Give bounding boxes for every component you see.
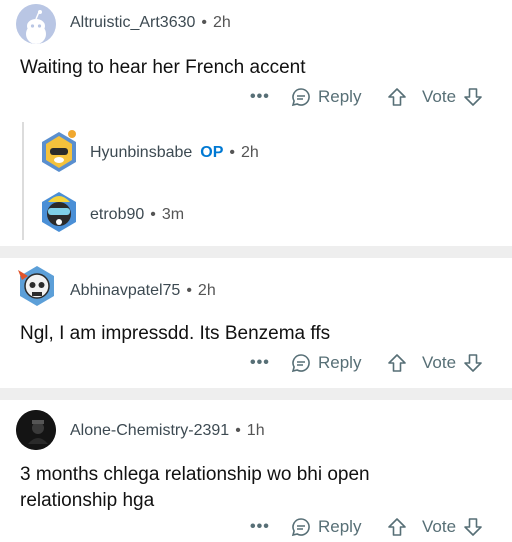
comment-body: Waiting to hear her French accent [20,57,306,78]
vote-control: Vote [386,352,484,374]
vote-label: Vote [422,87,457,106]
upvote-arrow-icon[interactable] [386,352,408,374]
comment-meta: Abhinavpatel75 • 2h [70,282,216,299]
username[interactable]: Abhinavpatel75 [70,282,180,299]
vote-control: Vote [386,86,484,108]
comment-body: Ngl, I am impressdd. Its Benzema ffs [20,323,331,344]
vote-control: Vote [386,516,484,538]
downvote-arrow-icon[interactable] [462,352,484,374]
more-options-button[interactable]: ••• [250,88,270,106]
more-options-button[interactable]: ••• [250,354,270,372]
timestamp: 3m [161,206,185,223]
op-badge: OP [200,144,224,161]
username[interactable]: Altruistic_Art3630 [70,14,195,31]
reply-meta: etrob90 • 3m [90,206,185,223]
comment-bubble-icon [291,88,310,107]
timestamp: 2h [213,14,231,31]
abhinavpatel75-avatar-icon [18,266,54,306]
thread-line[interactable] [22,122,24,240]
comment-meta: Alone-Chemistry-2391 • 1h [70,422,265,439]
downvote-arrow-icon[interactable] [462,86,484,108]
avatar[interactable] [14,262,60,310]
avatar[interactable] [16,4,56,44]
comment-divider [0,388,512,400]
reddit-default-avatar-icon [16,4,56,44]
comment-body: 3 months chlega relationship wo bhi open… [20,464,370,511]
vote-label: Vote [422,517,457,536]
reply-button[interactable]: Reply [290,352,361,374]
downvote-arrow-icon[interactable] [462,516,484,538]
hyunbinsbabe-avatar-icon [42,130,76,172]
comment-bubble-icon [291,518,310,537]
upvote-arrow-icon[interactable] [386,516,408,538]
username[interactable]: Alone-Chemistry-2391 [70,422,229,439]
comment-bubble-icon [291,354,310,373]
username[interactable]: etrob90 [90,206,144,223]
avatar[interactable] [16,410,56,450]
comment-meta: Altruistic_Art3630 • 2h [70,14,231,31]
timestamp: 2h [241,144,259,161]
avatar[interactable] [38,128,80,176]
username[interactable]: Hyunbinsbabe [90,144,192,161]
reply-button[interactable]: Reply [290,516,361,538]
vote-label: Vote [422,353,457,372]
reply-button[interactable]: Reply [290,86,361,108]
timestamp: 2h [197,282,216,299]
more-options-button[interactable]: ••• [250,518,270,536]
reply-meta: Hyunbinsbabe OP • 2h [90,144,259,161]
upvote-arrow-icon[interactable] [386,86,408,108]
etrob90-avatar-icon [42,192,76,232]
avatar[interactable] [38,186,80,236]
timestamp: 1h [246,422,265,439]
comment-divider [0,246,512,258]
alone-chemistry-avatar-icon [16,410,56,450]
